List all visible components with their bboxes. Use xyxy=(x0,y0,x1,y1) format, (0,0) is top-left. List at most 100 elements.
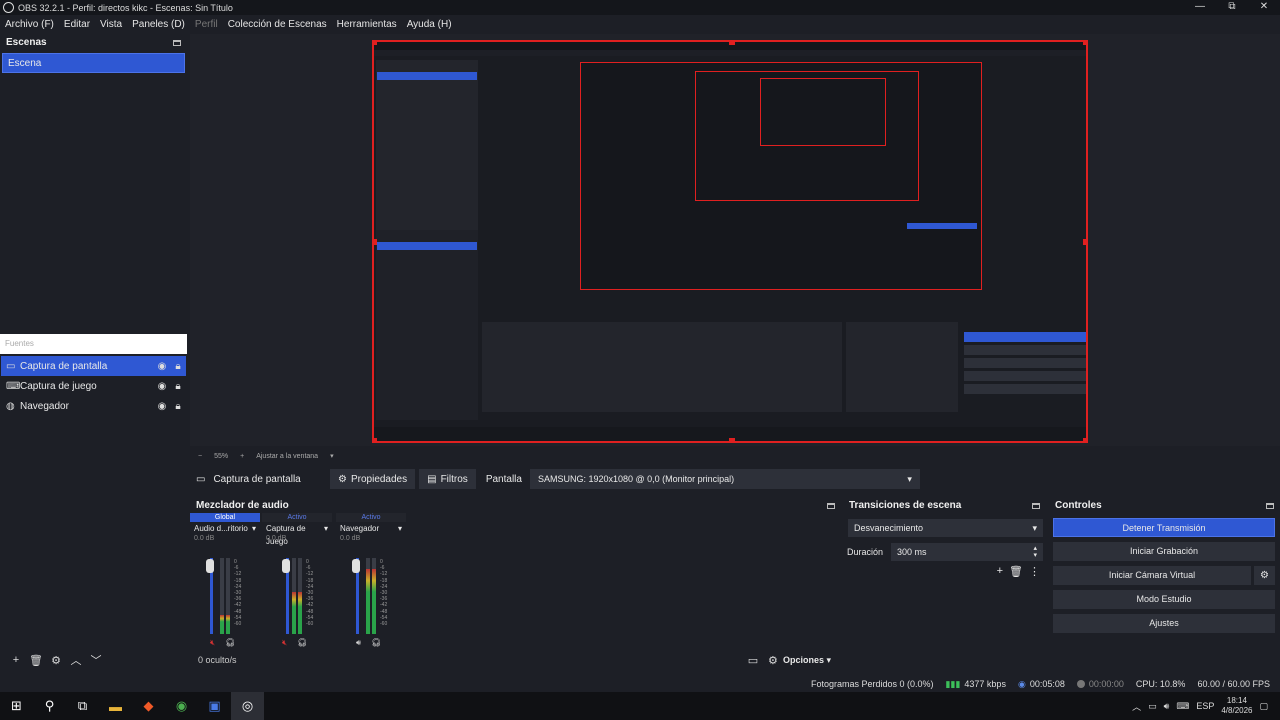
source-properties-button[interactable]: ⚙ xyxy=(46,654,66,667)
resize-handle[interactable] xyxy=(1083,438,1086,441)
volume-meter xyxy=(366,558,370,634)
resize-handle[interactable] xyxy=(1083,239,1086,245)
source-item-screen-capture[interactable]: ▭ Captura de pantalla ◉ 🔒︎ xyxy=(1,356,186,376)
chevron-down-icon[interactable]: ▾ xyxy=(398,522,402,535)
windows-start-icon[interactable]: ⊞ xyxy=(0,692,33,720)
menu-view[interactable]: Vista xyxy=(100,19,122,30)
undock-icon[interactable] xyxy=(827,502,835,509)
network-icon[interactable]: ▭ xyxy=(1148,701,1157,712)
windows-taskbar: ⊞ ⚲ ⧉ ▬ ◆ ◉ ▣ ◎ ︿ ▭ 🔊︎ ⌨︎ ESP 18:14 4/8/… xyxy=(0,692,1280,720)
menu-profile[interactable]: Perfil xyxy=(195,19,218,30)
studio-mode-button[interactable]: Modo Estudio xyxy=(1053,590,1275,609)
search-icon[interactable]: ⚲ xyxy=(33,692,66,720)
stop-streaming-button[interactable]: Detener Transmisión xyxy=(1053,518,1275,537)
mute-icon[interactable]: 🔊︎ xyxy=(356,638,361,648)
fit-window-button[interactable]: Ajustar a la ventana xyxy=(256,453,318,460)
meter-tick-label: -60 xyxy=(306,621,314,628)
menu-file[interactable]: Archivo (F) xyxy=(5,19,54,30)
channel-name-row[interactable]: Captura de Juego ▾ xyxy=(262,522,332,546)
volume-knob[interactable] xyxy=(352,559,360,573)
resize-handle[interactable] xyxy=(374,239,377,245)
menu-scene-collection[interactable]: Colección de Escenas xyxy=(228,19,327,30)
chevron-down-icon[interactable]: ▾ xyxy=(324,522,328,535)
source-label: Navegador xyxy=(20,400,69,412)
maximize-button[interactable]: ⧉ xyxy=(1216,0,1248,15)
resize-handle[interactable] xyxy=(729,42,735,45)
file-explorer-icon[interactable]: ▬ xyxy=(99,692,132,720)
start-virtual-camera-button[interactable]: Iniciar Cámara Virtual xyxy=(1053,566,1251,585)
source-item-browser[interactable]: ◍ Navegador ◉ 🔒︎ xyxy=(1,396,186,416)
properties-button[interactable]: ⚙ Propiedades xyxy=(330,469,416,489)
minimize-button[interactable]: — xyxy=(1184,0,1216,15)
sources-search-input[interactable]: Fuentes xyxy=(0,334,187,354)
mixer-channel: Activo Captura de Juego ▾ 0.0 dB 0 -6 -12 -18 -2… xyxy=(262,513,332,648)
headphones-icon[interactable]: 🎧︎ xyxy=(371,638,381,648)
virtual-camera-settings-button[interactable]: ⚙ xyxy=(1254,566,1275,585)
zoom-out-button[interactable]: − xyxy=(198,453,202,460)
move-up-button[interactable]: ︿ xyxy=(66,652,86,668)
menu-help[interactable]: Ayuda (H) xyxy=(407,19,452,30)
spinner-icon[interactable]: ▴ ▾ xyxy=(1033,545,1037,559)
chevron-down-icon[interactable]: ▾ xyxy=(330,452,334,460)
notifications-icon[interactable]: ▢ xyxy=(1259,701,1268,712)
menu-edit[interactable]: Editar xyxy=(64,19,90,30)
remove-source-button[interactable]: 🗑︎ xyxy=(26,654,46,667)
mute-icon[interactable]: 🔇︎ xyxy=(282,638,287,648)
keyboard-icon[interactable]: ⌨︎ xyxy=(1176,701,1189,712)
mute-icon[interactable]: 🔇︎ xyxy=(210,638,215,648)
scene-item[interactable]: Escena xyxy=(2,53,185,73)
transition-menu-icon[interactable]: ⋮ xyxy=(1029,565,1040,578)
chrome-icon[interactable]: ◉ xyxy=(165,692,198,720)
resize-handle[interactable] xyxy=(374,438,377,441)
chevron-up-icon[interactable]: ︿ xyxy=(1132,700,1141,713)
channel-name-row[interactable]: Navegador ▾ xyxy=(336,522,406,535)
brave-browser-icon[interactable]: ◆ xyxy=(132,692,165,720)
resize-handle[interactable] xyxy=(729,438,735,441)
eye-icon[interactable]: ◉ xyxy=(154,361,170,372)
zoom-in-button[interactable]: + xyxy=(240,453,244,460)
undock-icon[interactable] xyxy=(173,39,181,46)
headphones-icon[interactable]: 🎧︎ xyxy=(225,638,235,648)
display-select[interactable]: SAMSUNG: 1920x1080 @ 0,0 (Monitor princi… xyxy=(529,469,920,489)
channel-status: Global xyxy=(190,513,260,522)
channel-name-row[interactable]: Audio d...ritorio ▾ xyxy=(190,522,260,535)
resize-handle[interactable] xyxy=(374,42,377,45)
volume-knob[interactable] xyxy=(282,559,290,573)
close-button[interactable]: ✕ xyxy=(1248,0,1280,15)
meter-tick-label: -48 xyxy=(234,608,242,615)
source-item-game-capture[interactable]: ⌨︎ Captura de juego ◉ 🔒︎ xyxy=(1,376,186,396)
obs-taskbar-icon[interactable]: ◎ xyxy=(231,692,264,720)
eye-icon[interactable]: ◉ xyxy=(154,381,170,392)
duration-input[interactable]: 300 ms ▴ ▾ xyxy=(891,543,1043,561)
lock-icon[interactable]: 🔒︎ xyxy=(170,381,186,392)
undock-icon[interactable] xyxy=(1266,502,1274,509)
task-view-icon[interactable]: ⧉ xyxy=(66,692,99,720)
transition-type-select[interactable]: Desvanecimiento ▾ xyxy=(848,519,1043,537)
add-transition-button[interactable]: + xyxy=(997,565,1003,578)
clock[interactable]: 18:14 4/8/2026 xyxy=(1221,696,1252,716)
resize-handle[interactable] xyxy=(1083,42,1086,45)
menu-tools[interactable]: Herramientas xyxy=(337,19,397,30)
lock-icon[interactable]: 🔒︎ xyxy=(170,401,186,412)
add-source-button[interactable]: + xyxy=(6,654,26,666)
settings-button[interactable]: Ajustes xyxy=(1053,614,1275,633)
layout-icon[interactable]: ▭ xyxy=(743,654,763,667)
filters-button[interactable]: ▤ Filtros xyxy=(419,469,476,489)
app-icon[interactable]: ▣ xyxy=(198,692,231,720)
chevron-down-icon: ▾ xyxy=(1032,522,1037,533)
language-indicator[interactable]: ESP xyxy=(1196,701,1214,711)
remove-transition-button[interactable]: 🗑︎ xyxy=(1009,565,1023,578)
speaker-icon[interactable]: 🔊︎ xyxy=(1164,701,1170,712)
menu-docks[interactable]: Paneles (D) xyxy=(132,19,185,30)
preview-canvas[interactable] xyxy=(372,40,1088,443)
advanced-audio-icon[interactable]: ⚙ xyxy=(763,654,783,667)
lock-icon[interactable]: 🔒︎ xyxy=(170,361,186,372)
move-down-button[interactable]: ﹀ xyxy=(86,652,106,668)
chevron-down-icon[interactable]: ▾ xyxy=(252,522,256,535)
start-recording-button[interactable]: Iniciar Grabación xyxy=(1053,542,1275,561)
headphones-icon[interactable]: 🎧︎ xyxy=(297,638,307,648)
undock-icon[interactable] xyxy=(1032,502,1040,509)
mixer-options-button[interactable]: Opciones ▾ xyxy=(783,655,831,666)
eye-icon[interactable]: ◉ xyxy=(154,401,170,412)
volume-knob[interactable] xyxy=(206,559,214,573)
